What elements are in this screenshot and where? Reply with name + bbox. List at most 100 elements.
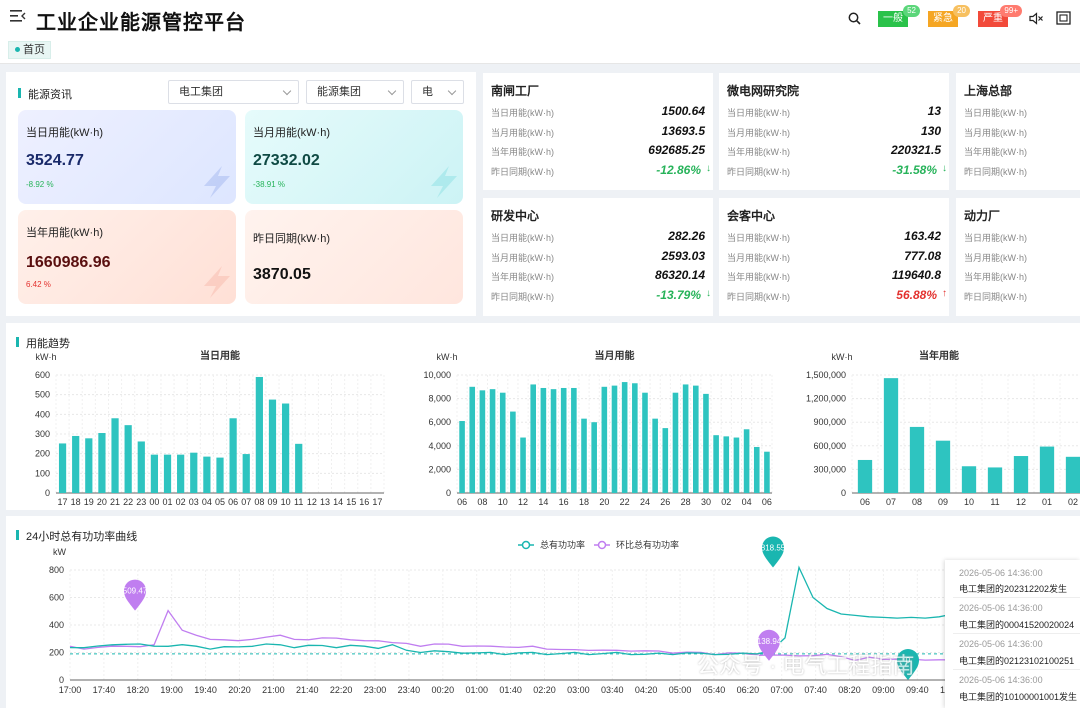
y-tick-label: 0 xyxy=(446,488,451,498)
notification-message[interactable]: 电工集团的02123102100251 xyxy=(959,654,1074,667)
alert-severe-button[interactable]: 严重 99+ xyxy=(978,5,1022,27)
notification-message[interactable]: 电工集团的10100001001发生 xyxy=(959,690,1077,703)
x-tick-label: 22:20 xyxy=(330,685,353,695)
bar xyxy=(58,443,67,493)
site-name: 研发中心 xyxy=(491,209,540,223)
x-tick-label: 30 xyxy=(701,497,711,507)
notification-time: 2026-05-06 14:36:00 xyxy=(959,675,1043,685)
site-row-value: 220321.5 xyxy=(890,143,941,157)
bar xyxy=(961,466,977,493)
search-icon[interactable] xyxy=(848,12,861,25)
x-tick-label: 10 xyxy=(498,497,508,507)
site-name: 微电网研究院 xyxy=(727,84,800,98)
notification-time: 2026-05-06 14:36:00 xyxy=(959,568,1043,578)
energy-info-title: 能源资讯 xyxy=(18,86,72,102)
x-tick-label: 03:40 xyxy=(601,685,624,695)
bar xyxy=(203,456,211,493)
y-tick-label: 4,000 xyxy=(428,441,451,451)
site-row-label: 当日用能(kW·h) xyxy=(964,233,1027,243)
x-tick-label: 14 xyxy=(333,497,343,507)
site-row-label: 当年用能(kW·h) xyxy=(491,147,554,157)
breadcrumb-home-label: 首页 xyxy=(23,44,45,56)
chevron-down-icon xyxy=(387,86,397,96)
card-value: 1660986.96 xyxy=(26,254,111,271)
bar xyxy=(124,425,132,493)
notification-message[interactable]: 电工集团的00041520020024 xyxy=(959,618,1074,631)
arrow-down-icon: ↓ xyxy=(706,287,711,299)
bar-chart-1: 当月用能 kW·h 0 2,000 4,000 6,000 8,000 10,000 06 08 1… xyxy=(423,349,773,507)
energy-trend-panel: 用能趋势 当日用能 kW·h 0 100 200 300 400 500 600 17 18 19 20… xyxy=(6,323,1080,510)
bar xyxy=(98,433,106,493)
site-row-label: 当日用能(kW·h) xyxy=(727,233,790,243)
x-tick-label: 08 xyxy=(912,497,922,507)
bar xyxy=(560,387,567,493)
card-value: 3870.05 xyxy=(253,266,311,283)
menu-collapse-icon[interactable] xyxy=(10,9,26,23)
bar xyxy=(621,382,628,493)
x-tick-label: 05:00 xyxy=(669,685,692,695)
site-card[interactable]: 南闸工厂 当日用能(kW·h) 1500.64 当月用能(kW·h) 13693.5 当年… xyxy=(483,73,713,190)
x-tick-label: 10 xyxy=(964,497,974,507)
fullscreen-icon[interactable] xyxy=(1056,11,1071,25)
x-tick-label: 21 xyxy=(110,497,120,507)
site-card[interactable]: 动力厂 当日用能(kW·h) 当月用能(kW·h) 当年用能(kW·h) 昨日同期(kW… xyxy=(956,198,1080,316)
mute-icon[interactable] xyxy=(1029,12,1044,25)
bar xyxy=(987,467,1003,493)
x-tick-label: 24 xyxy=(640,497,650,507)
bar xyxy=(935,440,951,493)
notification-message[interactable]: 电工集团的202312202发生 xyxy=(959,582,1067,595)
daily-energy-card: 当日用能(kW·h) 3524.77 -8.92 % xyxy=(18,110,236,204)
x-tick-label: 07:40 xyxy=(804,685,827,695)
site-card[interactable]: 会客中心 当日用能(kW·h) 163.42 当月用能(kW·h) 777.08 当年用能… xyxy=(719,198,949,316)
y-tick-label: 800 xyxy=(49,565,64,575)
site-card[interactable]: 微电网研究院 当日用能(kW·h) 13 当月用能(kW·h) 130 当年用能(kW·h… xyxy=(719,73,949,190)
x-tick-label: 20 xyxy=(97,497,107,507)
x-tick-label: 07:00 xyxy=(770,685,793,695)
energy-group-select[interactable]: 能源集团 xyxy=(306,80,404,104)
site-row-value: 86320.14 xyxy=(654,268,705,282)
breadcrumb-bar: 首页 xyxy=(0,36,1080,64)
alert-urgent-button[interactable]: 紧急 20 xyxy=(928,5,970,27)
bar xyxy=(163,454,172,493)
card-value: 3524.77 xyxy=(26,152,84,169)
card-label: 当日用能(kW·h) xyxy=(26,127,103,139)
divider xyxy=(953,597,1080,598)
x-tick-label: 07 xyxy=(241,497,251,507)
x-tick-label: 18:20 xyxy=(127,685,150,695)
site-card[interactable]: 研发中心 当日用能(kW·h) 282.26 当月用能(kW·h) 2593.03 当年用… xyxy=(483,198,713,316)
site-card[interactable]: 上海总部 当日用能(kW·h) 当月用能(kW·h) 当年用能(kW·h) 昨日同期(k… xyxy=(956,73,1080,190)
max-pin-label: 509.47 xyxy=(123,587,148,596)
energy-group-select-value: 能源集团 xyxy=(317,86,361,98)
card-percent: -8.92 % xyxy=(26,180,54,189)
x-tick-label: 17 xyxy=(58,497,68,507)
site-row-value: 119640.8 xyxy=(891,268,941,282)
x-tick-label: 21:00 xyxy=(262,685,285,695)
card-label: 当月用能(kW·h) xyxy=(253,127,330,139)
x-tick-label: 02 xyxy=(176,497,186,507)
bar xyxy=(499,392,506,493)
site-row-label: 昨日同期(kW·h) xyxy=(727,166,790,177)
bar xyxy=(1039,446,1055,493)
y-tick-label: 200 xyxy=(49,648,64,658)
bar xyxy=(733,437,740,493)
y-tick-label: 600,000 xyxy=(813,441,846,451)
breadcrumb-home-tab[interactable]: 首页 xyxy=(8,41,51,59)
x-tick-label: 23:40 xyxy=(398,685,421,695)
bar xyxy=(85,438,93,493)
bar xyxy=(550,389,557,493)
energy-type-select[interactable]: 电 xyxy=(411,80,464,104)
card-percent: 6.42 % xyxy=(26,280,51,289)
bar-chart-2: 当年用能 kW·h 0 300,000 600,000 900,000 1,200,000 1… xyxy=(806,349,1080,507)
alert-general-button[interactable]: 一般 52 xyxy=(878,5,920,27)
x-tick-label: 21:40 xyxy=(296,685,319,695)
arrow-up-icon: ↑ xyxy=(942,287,947,299)
chart-title: 当年用能 xyxy=(919,349,959,362)
bar xyxy=(591,422,597,493)
x-tick-label: 01:40 xyxy=(499,685,522,695)
x-tick-label: 26 xyxy=(660,497,670,507)
group-select[interactable]: 电工集团 xyxy=(168,80,299,104)
site-row-label: 当月用能(kW·h) xyxy=(491,127,554,138)
y-tick-label: 1,200,000 xyxy=(806,394,846,404)
bar xyxy=(672,392,679,493)
site-name: 动力厂 xyxy=(964,209,1001,223)
